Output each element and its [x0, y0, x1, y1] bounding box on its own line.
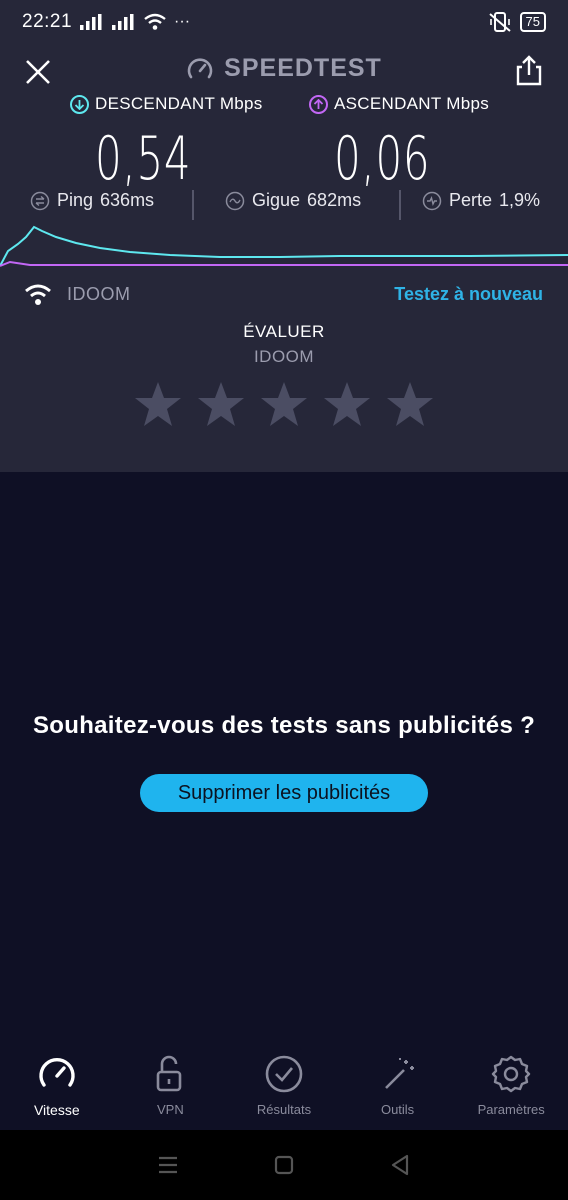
gear-icon — [491, 1055, 531, 1093]
isp-name: IDOOM — [67, 284, 131, 304]
nav-item-resultats[interactable]: Résultats — [227, 1046, 341, 1130]
upload-label: ASCENDANT Mbps — [309, 94, 489, 114]
download-label-text: DESCENDANT Mbps — [95, 94, 263, 113]
nav-label: VPN — [157, 1102, 184, 1117]
upload-graph-line — [0, 260, 568, 267]
nav-label: Outils — [380, 1102, 415, 1117]
packet-loss-icon — [422, 191, 442, 210]
divider — [192, 190, 194, 220]
signal-icon — [112, 14, 134, 30]
star-icon[interactable] — [385, 380, 435, 430]
home-icon[interactable] — [269, 1150, 299, 1180]
ad-free-question: Souhaitez-vous des tests sans publicités… — [32, 712, 536, 739]
vibrate-off-icon — [488, 12, 511, 32]
divider — [399, 190, 401, 220]
system-navigation-bar — [0, 1130, 568, 1200]
isp-row: IDOOM Testez à nouveau — [0, 282, 568, 312]
brand-logo: SPEEDTEST — [0, 54, 568, 83]
recent-apps-icon[interactable] — [153, 1150, 183, 1180]
star-icon[interactable] — [133, 380, 183, 430]
wifi-icon — [25, 284, 51, 305]
metrics-row: Ping 636ms Gigue 682ms Perte 1,9% — [0, 190, 568, 220]
speed-labels: DESCENDANT Mbps ASCENDANT Mbps — [0, 94, 568, 120]
more-indicator: ··· — [174, 13, 191, 30]
rate-title: ÉVALUER — [243, 322, 325, 341]
rating-stars — [0, 380, 568, 430]
header: SPEEDTEST — [0, 44, 568, 96]
star-icon[interactable] — [259, 380, 309, 430]
signal-icon — [80, 14, 102, 30]
jitter-label: Gigue — [252, 190, 301, 210]
back-icon[interactable] — [385, 1150, 415, 1180]
status-bar: 22:21 ··· 75 — [0, 0, 568, 44]
magic-wand-icon — [384, 1058, 414, 1089]
download-graph-line — [0, 225, 568, 267]
packet-loss-metric: Perte 1,9% — [422, 190, 540, 211]
ping-label: Ping — [57, 190, 94, 210]
upload-value: 0,06 — [334, 124, 431, 194]
nav-item-vitesse[interactable]: Vitesse — [0, 1046, 114, 1130]
rate-isp-name: IDOOM — [253, 347, 315, 366]
speed-graph — [0, 225, 568, 267]
arrow-down-icon — [70, 94, 89, 114]
remove-ads-button[interactable]: Supprimer les publicités — [140, 774, 428, 812]
nav-label: Paramètres — [477, 1102, 545, 1117]
ping-metric: Ping 636ms — [30, 190, 154, 211]
speedtest-result-panel: SPEEDTEST DESCENDANT Mbps ASCENDANT Mbps… — [0, 44, 568, 472]
upload-label-text: ASCENDANT Mbps — [334, 94, 490, 113]
speedometer-icon — [39, 1057, 75, 1087]
nav-item-outils[interactable]: Outils — [341, 1046, 455, 1130]
nav-item-vpn[interactable]: VPN — [114, 1046, 228, 1130]
download-label: DESCENDANT Mbps — [70, 94, 263, 114]
brand-name: SPEEDTEST — [224, 54, 382, 82]
battery-indicator: 75 — [519, 12, 546, 32]
wifi-icon — [144, 13, 166, 30]
download-value: 0,54 — [95, 124, 192, 194]
jitter-metric: Gigue 682ms — [225, 190, 361, 211]
nav-label: Vitesse — [33, 1102, 80, 1118]
jitter-value: 682ms — [307, 190, 362, 210]
lock-open-icon — [157, 1055, 182, 1092]
share-icon[interactable] — [512, 54, 546, 88]
ping-icon — [30, 191, 50, 210]
jitter-icon — [225, 191, 245, 210]
nav-label: Résultats — [256, 1102, 312, 1117]
status-time: 22:21 — [22, 11, 73, 32]
nav-item-parametres[interactable]: Paramètres — [454, 1046, 568, 1130]
loss-label: Perte — [449, 190, 493, 210]
loss-value: 1,9% — [499, 190, 541, 210]
star-icon[interactable] — [196, 380, 246, 430]
star-icon[interactable] — [322, 380, 372, 430]
ping-value: 636ms — [100, 190, 155, 210]
retest-link[interactable]: Testez à nouveau — [394, 284, 543, 305]
arrow-up-icon — [309, 94, 328, 114]
check-circle-icon — [265, 1055, 303, 1093]
speedometer-icon — [187, 57, 213, 78]
bottom-nav: Vitesse VPN Résultats Outils Paramètres — [0, 1046, 568, 1130]
